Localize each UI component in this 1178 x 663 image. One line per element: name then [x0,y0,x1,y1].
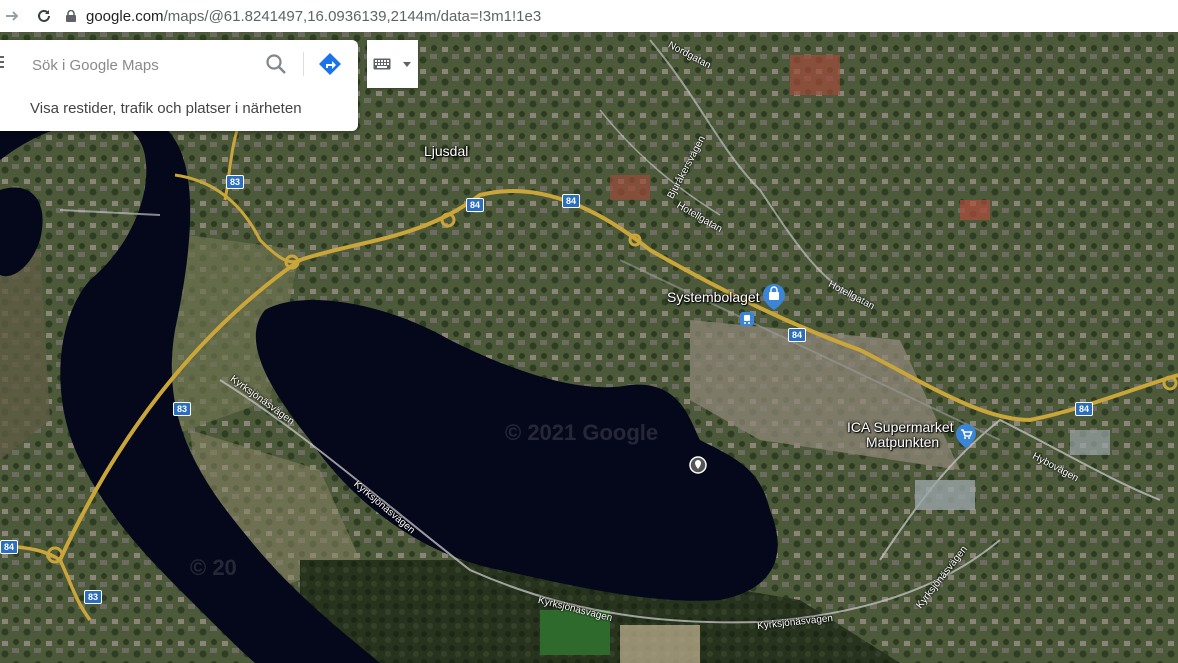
poi-label-systembolaget[interactable]: Systembolaget [667,289,760,305]
map-watermark: © 2021 Google [505,420,659,445]
search-panel: Visa restider, trafik och platser i närh… [0,40,358,131]
train-station-icon[interactable] [740,312,754,326]
shopping-bag-pin-icon[interactable] [763,284,785,310]
directions-icon[interactable] [318,52,342,76]
url-host: google.com [86,7,164,25]
map-watermark-partial: © 20 [190,555,237,580]
search-input[interactable] [30,52,254,78]
browser-toolbar: google.com/maps/@61.8241497,16.0936139,2… [0,0,1178,32]
route-shield-83: 83 [173,402,192,416]
poi-label-ica-line2: Matpunkten [866,434,940,450]
route-shield-84: 84 [0,540,19,554]
url-path: /maps/@61.8241497,16.0936139,2144m/data=… [163,7,542,25]
search-divider [303,52,304,76]
address-bar[interactable]: google.com/maps/@61.8241497,16.0936139,2… [86,8,541,25]
shopping-cart-pin-icon[interactable] [956,424,976,448]
search-row [0,40,358,87]
forward-arrow-icon[interactable] [0,4,24,28]
lock-icon[interactable] [64,9,78,23]
route-shield-83: 83 [84,590,103,604]
search-icon[interactable] [264,52,288,76]
route-shield-83: 83 [226,175,245,189]
poi-label-ica[interactable]: ICA Supermarket Matpunkten [847,420,954,450]
location-pin-icon[interactable] [689,456,707,476]
route-shield-84: 84 [788,328,807,342]
town-label-ljusdal[interactable]: Ljusdal [424,143,468,159]
route-shield-84: 84 [562,194,581,208]
nearby-hint[interactable]: Visa restider, trafik och platser i närh… [30,100,302,117]
keyboard-icon[interactable] [367,40,397,88]
poi-label-ica-line1: ICA Supermarket [847,419,954,435]
reload-icon[interactable] [32,4,56,28]
menu-icon[interactable] [0,56,4,71]
chevron-down-icon[interactable] [397,40,417,88]
route-shield-84: 84 [1075,402,1094,416]
route-shield-84: 84 [466,198,485,212]
input-tools-widget [367,40,418,88]
